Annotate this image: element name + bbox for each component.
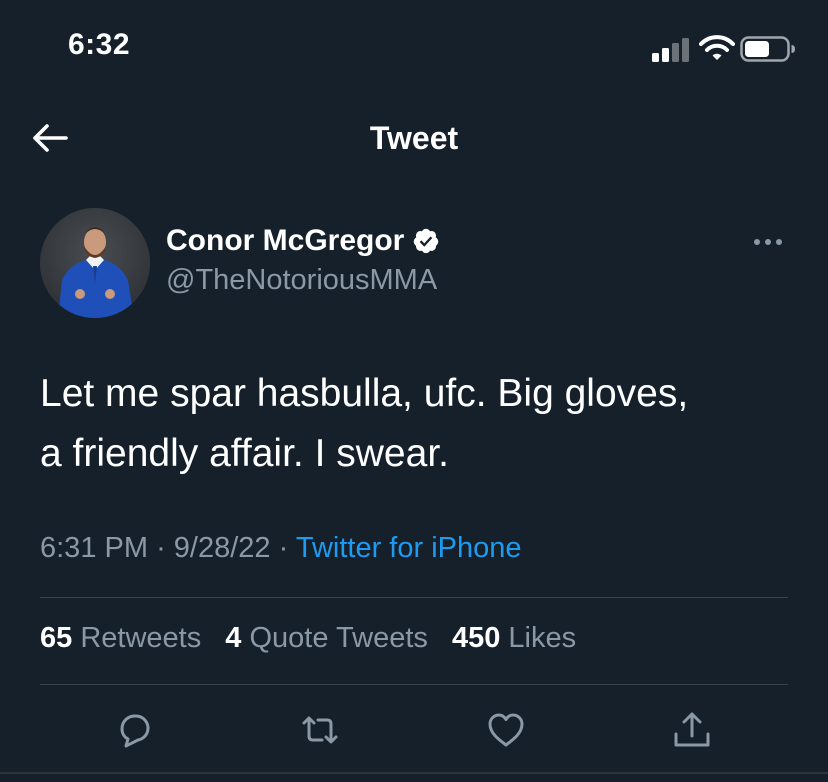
share-icon[interactable] [670,708,714,752]
meta-separator: · [156,532,166,564]
author-name-text: Conor McGregor [166,224,405,257]
likes-stat[interactable]: 450 Likes [452,622,576,654]
tweet-source-link[interactable]: Twitter for iPhone [296,532,522,564]
quotes-label: Quote Tweets [249,622,428,654]
tweet-date[interactable]: 9/28/22 [174,532,271,564]
retweets-stat[interactable]: 65 Retweets [40,622,209,654]
divider [0,772,828,774]
tweet-text: Let me spar hasbulla, ufc. Big gloves, a… [40,364,800,484]
more-options-icon[interactable] [748,232,788,252]
author-name[interactable]: Conor McGregor [166,224,440,258]
quotes-count: 4 [225,622,242,654]
wifi-icon [699,35,735,60]
quote-tweets-stat[interactable]: 4 Quote Tweets [225,622,436,654]
tweet-stats: 65 Retweets 4 Quote Tweets 450 Likes [40,622,592,655]
likes-count: 450 [451,622,501,654]
likes-label: Likes [508,622,577,654]
retweet-icon[interactable] [298,708,342,752]
reply-icon[interactable] [112,708,156,752]
tweet-time[interactable]: 6:31 PM [40,532,148,564]
page-title: Tweet [369,120,459,156]
like-icon[interactable] [484,708,528,752]
divider [40,684,788,685]
avatar[interactable] [40,208,150,318]
retweets-label: Retweets [80,622,202,654]
meta-separator: · [278,532,289,564]
tweet-text-line: a friendly affair. I swear. [40,432,449,475]
tweet-text-line: Let me spar hasbulla, ufc. Big gloves, [40,372,689,415]
verified-badge-icon [414,228,439,254]
avatar-image [40,208,150,318]
status-time: 6:32 [68,28,131,61]
tweet-meta: 6:31 PM · 9/28/22 · Twitter for iPhone [40,532,522,565]
cellular-signal-icon [652,36,692,62]
battery-icon [740,36,795,62]
divider [40,597,788,598]
retweets-count: 65 [40,622,73,654]
author-handle[interactable]: @TheNotoriousMMA [166,264,437,297]
